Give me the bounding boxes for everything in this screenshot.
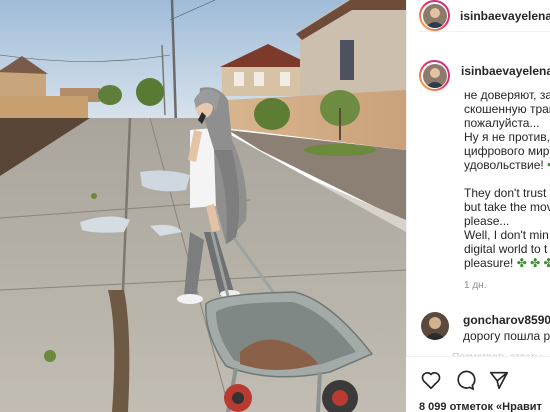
heart-icon[interactable] (420, 369, 442, 391)
caption-line: but take the mov (464, 200, 550, 214)
post-header: isinbaevayelena (419, 0, 550, 32)
caption-line: digital world to t (464, 242, 548, 256)
likes-text: отметок «Нравит (449, 401, 542, 412)
story-ring[interactable] (419, 0, 450, 31)
likes-count[interactable]: 8 099 отметок «Нравит (419, 401, 542, 412)
clover-emoji-icon: ✤ (544, 256, 550, 270)
post-caption-block: isinbaevayelena не доверяют, за скошенную… (419, 60, 550, 291)
post-side-panel: isinbaevayelena isinbaevayelena не довер… (406, 0, 550, 412)
caption-line: pleasure! ✤ ✤ ✤ (464, 256, 550, 270)
likes-number: 8 099 (419, 401, 447, 412)
comment-text: дорогу пошла р (463, 329, 550, 343)
share-icon[interactable] (488, 369, 510, 391)
header-username[interactable]: isinbaevayelena (460, 9, 550, 23)
caption-line: Well, I don't min (464, 228, 549, 242)
clover-emoji-icon: ✤ (530, 256, 541, 270)
comment-username[interactable]: goncharov8590 (463, 313, 550, 327)
caption-line: please... (464, 214, 510, 228)
caption-line: скошенную трав (464, 102, 550, 116)
caption-username[interactable]: isinbaevayelena (461, 64, 550, 78)
story-ring[interactable] (419, 60, 450, 91)
comment-item: goncharov8590 дорогу пошла р (421, 312, 550, 344)
comment-icon[interactable] (454, 369, 476, 391)
caption-text: не доверяют, за скошенную трав пожалуйста.… (464, 88, 550, 270)
clover-emoji-icon: ✤ (516, 256, 527, 270)
caption-line: They don't trust (464, 186, 547, 200)
caption-line: пожалуйста... (464, 116, 540, 130)
caption-line: цифрового мир (464, 144, 550, 158)
photo-scene (0, 0, 406, 412)
caption-line: Ну я не против, (464, 130, 550, 144)
post-photo[interactable] (0, 0, 406, 412)
caption-line: не доверяют, за (464, 88, 550, 102)
post-actions-bar: 8 099 отметок «Нравит (406, 356, 550, 412)
caption-line: удовольствие! ✤ (464, 158, 550, 172)
avatar[interactable] (421, 312, 449, 340)
avatar (422, 63, 447, 88)
caption-line (464, 172, 550, 186)
avatar (422, 3, 447, 28)
post-time[interactable]: 1 дн. (464, 280, 550, 291)
